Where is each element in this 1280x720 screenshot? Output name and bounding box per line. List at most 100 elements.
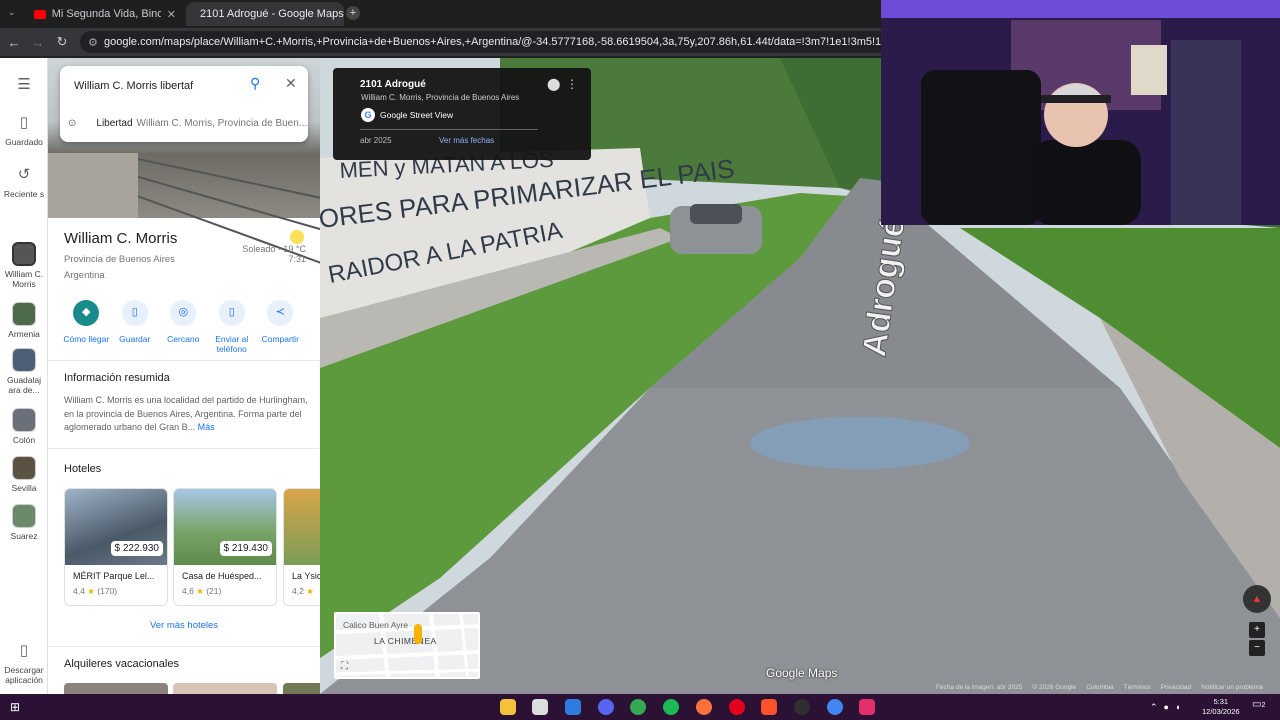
store-icon[interactable]: [532, 699, 548, 715]
brave-icon[interactable]: [761, 699, 777, 715]
close-icon[interactable]: ✕: [285, 75, 297, 92]
close-tab-icon[interactable]: ✕: [167, 8, 176, 21]
more-options-icon[interactable]: ⋮: [566, 77, 578, 91]
tab-search-icon[interactable]: ⌄: [8, 7, 16, 18]
directions-button[interactable]: ◆ Cómo llegar: [62, 300, 111, 360]
chrome-icon[interactable]: [630, 699, 646, 715]
pegman-icon[interactable]: [414, 624, 422, 644]
rail-label: Guardado: [5, 137, 43, 147]
history-icon: ↺: [17, 166, 31, 183]
search-suggestion[interactable]: ⊙ Libertad William C. Morris, Provincia …: [68, 118, 307, 129]
suggestion-sub: William C. Morris, Provincia de Buen...: [136, 118, 308, 129]
more-dates-link[interactable]: Ver más fechas: [439, 136, 494, 145]
rail-recent-sevilla[interactable]: Sevilla: [0, 456, 48, 494]
pin-icon[interactable]: ⬤: [547, 77, 560, 91]
hotel-card[interactable]: La Ysic 4,2 ★: [283, 488, 320, 606]
chrome-active-icon[interactable]: [827, 699, 843, 715]
rail-recent-william-c-morris[interactable]: William C. Morris: [0, 242, 48, 290]
bookmark-icon: ▯: [121, 300, 148, 326]
rental-thumb[interactable]: [173, 683, 277, 694]
share-button[interactable]: ≺ Compartir: [256, 300, 305, 360]
tab-google-maps[interactable]: 2101 Adrogué - Google Maps: [186, 2, 344, 26]
opera-icon[interactable]: [729, 699, 745, 715]
rental-thumb[interactable]: [64, 683, 168, 694]
footer-item[interactable]: Privacidad: [1161, 684, 1191, 691]
place-thumbnail: [12, 504, 36, 528]
review-count: (170): [97, 586, 118, 596]
weather-widget: Soleado · 19 °C 7:31: [240, 230, 306, 270]
zoom-in-button[interactable]: +: [1249, 622, 1265, 638]
car-window: [690, 204, 742, 224]
rating-value: 4,2: [292, 586, 304, 596]
expand-icon[interactable]: ⛶: [341, 661, 355, 675]
nearby-button[interactable]: ◎ Cercano: [159, 300, 208, 360]
rail-recents[interactable]: ↺ Reciente s: [0, 164, 48, 200]
star-icon: ★: [306, 586, 314, 596]
firefox-icon[interactable]: [696, 699, 712, 715]
nearby-icon: ◎: [170, 300, 197, 326]
mic-icon[interactable]: ●: [1164, 702, 1169, 712]
send-to-phone-button[interactable]: ▯ Enviar al teléfono: [208, 300, 257, 360]
minimap-label: LA CHIMENEA: [374, 636, 437, 646]
volume-icon[interactable]: ◖: [1175, 702, 1180, 712]
puddle-stain: [750, 417, 970, 469]
more-hotels-link[interactable]: Ver más hoteles: [48, 620, 320, 631]
directions-icon: ◆: [73, 300, 100, 326]
search-icon[interactable]: ⚲: [250, 75, 260, 92]
footer-item: Fecha de la imagen: abr 2025: [936, 684, 1023, 691]
train-rail: [137, 158, 320, 202]
clock[interactable]: 5:31 12/03/2026: [1202, 697, 1240, 717]
action-row: ◆ Cómo llegar ▯ Guardar ◎ Cercano ▯ Envi…: [48, 300, 320, 360]
search-input[interactable]: William C. Morris libertaf: [74, 80, 193, 92]
obs-icon[interactable]: [794, 699, 810, 715]
footer-item[interactable]: Colombia: [1086, 684, 1113, 691]
maps-icon: [189, 9, 199, 19]
hotel-photo: [284, 489, 320, 565]
place-thumbnail: [12, 408, 36, 432]
rail-label: Suarez: [10, 531, 38, 541]
back-button[interactable]: ←: [2, 35, 26, 50]
file-explorer-icon[interactable]: [500, 699, 516, 715]
hotel-card[interactable]: $ 222.930 MÉRIT Parque Lel... 4,4 ★ (170…: [64, 488, 168, 606]
spotify-icon[interactable]: [663, 699, 679, 715]
site-info-icon[interactable]: ⚙: [88, 36, 98, 49]
star-icon: ★: [87, 586, 95, 596]
forward-button[interactable]: →: [26, 35, 50, 50]
phone-icon: ▯: [19, 642, 29, 659]
rail-download-app[interactable]: ▯ Descargar aplicación: [0, 640, 48, 686]
hotel-card[interactable]: $ 219.430 Casa de Huésped... 4,6 ★ (21): [173, 488, 277, 606]
rail-recent-suarez[interactable]: Suarez: [0, 504, 48, 542]
rental-thumb[interactable]: [283, 683, 320, 694]
hotel-rating: 4,2 ★: [292, 586, 314, 597]
discord-icon[interactable]: [598, 699, 614, 715]
notification-icon[interactable]: ▭2: [1252, 699, 1265, 710]
maps-left-rail: ☰ ▯ Guardado ↺ Reciente s William C. Mor…: [0, 58, 48, 694]
rentals-title: Alquileres vacacionales: [64, 658, 179, 670]
rail-recent-armenia[interactable]: Armenia: [0, 302, 48, 340]
webcam-overlay: [881, 0, 1280, 225]
footer-item[interactable]: Notificar un problema: [1201, 684, 1263, 691]
tab-youtube[interactable]: Mi Segunda Vida, Binomio De C ✕: [26, 2, 184, 26]
rail-recent-guadalajara[interactable]: Guadalaj ara de...: [0, 348, 48, 396]
chevron-up-icon[interactable]: ⌃: [1150, 702, 1158, 713]
new-tab-button[interactable]: +: [346, 6, 360, 20]
menu-button[interactable]: ☰: [0, 74, 48, 100]
rail-label: Armenia: [8, 329, 40, 339]
streetview-title: 2101 Adrogué: [360, 79, 426, 90]
save-button[interactable]: ▯ Guardar: [111, 300, 160, 360]
webcam-scene: [881, 0, 1280, 225]
poster-art: [1131, 45, 1167, 95]
rail-recent-colon[interactable]: Colón: [0, 408, 48, 446]
compass-button[interactable]: ▲: [1243, 585, 1271, 613]
zoom-out-button[interactable]: −: [1249, 640, 1265, 656]
rail-saved[interactable]: ▯ Guardado: [0, 112, 48, 148]
instagram-icon[interactable]: [859, 699, 875, 715]
reload-button[interactable]: ↻: [50, 34, 74, 50]
app-icon[interactable]: [565, 699, 581, 715]
footer-item[interactable]: Términos: [1124, 684, 1151, 691]
minimap[interactable]: Calico Buen Ayre LA CHIMENEA ⛶: [334, 612, 480, 679]
hotel-name: La Ysic: [292, 571, 320, 581]
neon-light: [881, 0, 1280, 18]
more-link[interactable]: Más: [198, 422, 215, 432]
start-icon[interactable]: ⊞: [10, 700, 20, 714]
